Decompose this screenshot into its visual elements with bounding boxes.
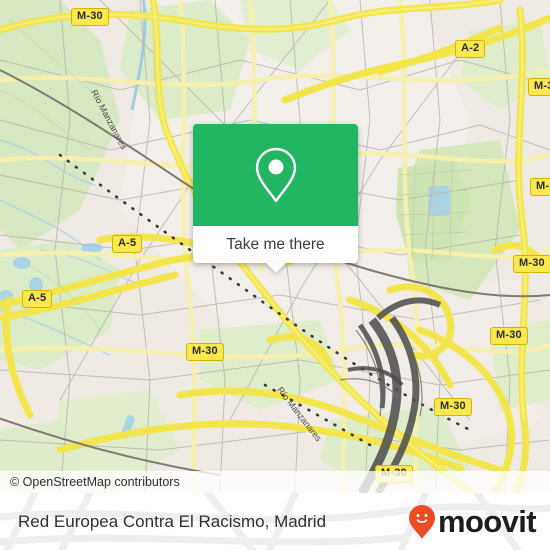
road-shield: M-30 <box>71 8 109 26</box>
moovit-smiley-pin-icon <box>408 504 435 539</box>
road-shield: A-2 <box>455 40 486 58</box>
callout-icon-area <box>193 124 358 226</box>
road-shield: M-30 <box>434 398 472 416</box>
moovit-logo[interactable]: moovit <box>408 504 537 540</box>
place-callout-card[interactable]: Take me there <box>193 124 358 273</box>
take-me-there-label: Take me there <box>226 235 325 253</box>
road-shield: M-30 <box>490 327 528 345</box>
moovit-wordmark: moovit <box>437 504 537 539</box>
road-shield: M-30 <box>513 255 550 273</box>
callout-tail <box>264 262 287 273</box>
map-pin-icon <box>255 147 296 203</box>
place-title: Red Europea Contra El Racismo, Madrid <box>18 511 327 531</box>
map-screenshot: M-30A-2M-3M-3A-5M-30A-5M-30M-30M-30M-30 … <box>0 0 550 550</box>
road-shield: A-5 <box>112 235 143 253</box>
road-shield: M-3 <box>528 78 550 96</box>
attribution-text: © OpenStreetMap contributors <box>10 475 180 489</box>
road-shield: M-30 <box>186 343 224 361</box>
road-shield: A-5 <box>22 290 53 308</box>
take-me-there-button[interactable]: Take me there <box>193 226 358 273</box>
footer-bar: Red Europea Contra El Racismo, Madrid mo… <box>0 493 550 550</box>
map-attribution[interactable]: © OpenStreetMap contributors <box>0 471 550 493</box>
road-shield: M-3 <box>530 178 550 196</box>
